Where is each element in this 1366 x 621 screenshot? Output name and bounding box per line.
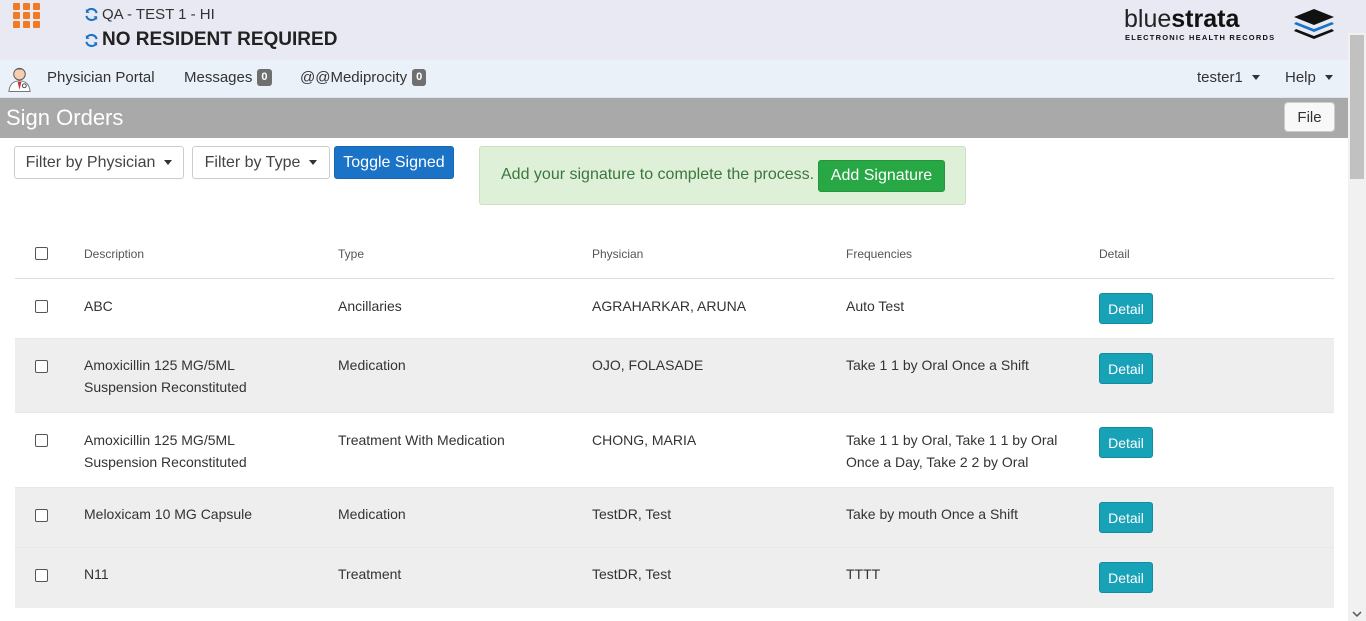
row-description: N11 [84, 566, 109, 582]
detail-button[interactable]: Detail [1099, 502, 1153, 533]
resident-name: NO RESIDENT REQUIRED [102, 29, 338, 50]
detail-button[interactable]: Detail [1099, 427, 1153, 458]
nav-messages[interactable]: Messages 0 [184, 69, 272, 86]
table-row: ABC Ancillaries AGRAHARKAR, ARUNA Auto T… [15, 279, 1334, 339]
row-physician: AGRAHARKAR, ARUNA [592, 298, 747, 314]
physician-avatar-icon [8, 67, 31, 93]
scroll-down-arrow-icon[interactable] [1352, 609, 1362, 619]
column-header-detail: Detail [1099, 247, 1130, 261]
row-type: Ancillaries [338, 298, 402, 314]
row-type: Treatment With Medication [338, 432, 505, 448]
detail-button[interactable]: Detail [1099, 293, 1153, 324]
column-header-type: Type [338, 247, 365, 261]
top-header: QA - TEST 1 - HI NO RESIDENT REQUIRED bl… [0, 0, 1366, 60]
row-checkbox[interactable] [35, 300, 48, 313]
table-row: Amoxicillin 125 MG/5ML Suspension Reconst… [15, 339, 1334, 413]
table-header: Description Type Physician Frequencies D… [15, 230, 1334, 279]
table-row: Amoxicillin 125 MG/5ML Suspension Reconst… [15, 413, 1334, 488]
sync-icon [85, 33, 98, 47]
logo-wordmark: bluestrata [1124, 5, 1240, 33]
facility-name: QA - TEST 1 - HI [102, 6, 215, 23]
row-physician: CHONG, MARIA [592, 432, 697, 448]
select-all-checkbox[interactable] [35, 247, 48, 260]
row-type: Medication [338, 506, 406, 522]
row-description: Meloxicam 10 MG Capsule [84, 506, 253, 522]
mediprocity-count-badge: 0 [412, 69, 427, 86]
row-type: Treatment [338, 566, 402, 582]
column-header-physician: Physician [592, 247, 644, 261]
file-button[interactable]: File [1284, 102, 1335, 132]
column-header-description: Description [84, 247, 145, 261]
filter-by-type-dropdown[interactable]: Filter by Type [192, 146, 330, 179]
alert-message: Add your signature to complete the proce… [501, 166, 815, 183]
page-title-bar: Sign Orders File [0, 98, 1348, 138]
row-frequencies: Take 1 1 by Oral Once a Shift [846, 357, 1029, 373]
nav-mediprocity[interactable]: @@Mediprocity 0 [300, 69, 427, 86]
scrollbar-thumb[interactable] [1350, 35, 1364, 179]
row-checkbox[interactable] [35, 434, 48, 447]
signature-alert: Add your signature to complete the proce… [479, 146, 966, 205]
filter-by-physician-dropdown[interactable]: Filter by Physician [14, 146, 184, 179]
nav-physician-portal[interactable]: Physician Portal [47, 69, 155, 86]
messages-count-badge: 0 [257, 69, 272, 86]
sync-icon [85, 7, 98, 22]
row-checkbox[interactable] [35, 360, 48, 373]
row-description: Amoxicillin 125 MG/5ML Suspension Reconst… [84, 432, 247, 470]
facility-selector[interactable]: QA - TEST 1 - HI [84, 6, 215, 23]
row-frequencies: TTTT [846, 566, 881, 582]
main-navbar: Physician Portal Messages 0 @@Mediprocit… [0, 60, 1348, 98]
table-row: Meloxicam 10 MG Capsule Medication TestD… [15, 488, 1334, 548]
caret-down-icon [1251, 75, 1260, 80]
add-signature-button[interactable]: Add Signature [818, 160, 945, 192]
app-grid-icon[interactable] [13, 3, 41, 29]
row-frequencies: Auto Test [846, 298, 905, 314]
row-physician: TestDR, Test [592, 566, 672, 582]
detail-button[interactable]: Detail [1099, 562, 1153, 593]
row-frequencies: Take by mouth Once a Shift [846, 506, 1018, 522]
user-menu[interactable]: tester1 [1197, 69, 1260, 86]
layers-logo-icon [1294, 9, 1334, 39]
bluestrata-logo: bluestrata ELECTRONIC HEALTH RECORDS [1122, 5, 1338, 45]
row-description: ABC [84, 298, 113, 314]
table-row: N11 Treatment TestDR, Test TTTT Detail [15, 548, 1334, 608]
row-physician: TestDR, Test [592, 506, 672, 522]
row-physician: OJO, FOLASADE [592, 357, 704, 373]
caret-down-icon [1324, 75, 1333, 80]
detail-button[interactable]: Detail [1099, 353, 1153, 384]
help-menu[interactable]: Help [1285, 69, 1333, 86]
caret-down-icon [309, 160, 318, 165]
logo-subtitle: ELECTRONIC HEALTH RECORDS [1125, 33, 1276, 42]
orders-table: Description Type Physician Frequencies D… [15, 230, 1334, 608]
row-checkbox[interactable] [35, 509, 48, 522]
caret-down-icon [164, 160, 173, 165]
row-frequencies: Take 1 1 by Oral, Take 1 1 by Oral Once a… [846, 432, 1058, 470]
column-header-frequencies: Frequencies [846, 247, 913, 261]
resident-selector[interactable]: NO RESIDENT REQUIRED [84, 29, 337, 51]
page-title: Sign Orders [6, 105, 124, 130]
vertical-scrollbar[interactable] [1348, 33, 1366, 621]
row-type: Medication [338, 357, 406, 373]
toggle-signed-button[interactable]: Toggle Signed [334, 146, 454, 179]
row-description: Amoxicillin 125 MG/5ML Suspension Reconst… [84, 357, 247, 395]
row-checkbox[interactable] [35, 569, 48, 582]
